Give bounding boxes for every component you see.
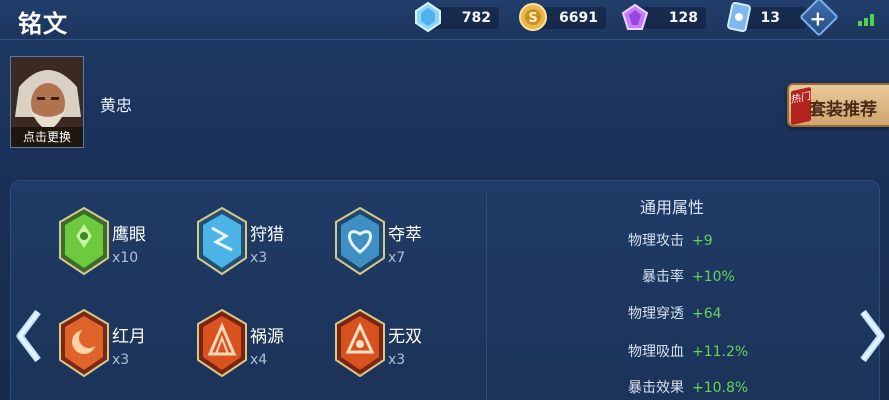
diamond-count: 782 [461,10,491,26]
recommend-set-button[interactable]: 热门 套装推荐 [787,83,889,127]
chevron-left-icon[interactable] [14,308,44,364]
hunt-rune-icon [197,206,247,276]
gold-coin-icon: S [519,3,547,31]
chevron-right-icon[interactable] [857,308,887,364]
attributes-title: 通用属性 [640,198,705,217]
purple-gem-icon [621,3,649,30]
page-title: 铭文 [18,10,68,38]
rune-item[interactable]: 祸源 x4 [196,308,336,388]
coupon-count: 13 [760,10,780,26]
rune-count: x10 [112,250,139,266]
hero-portrait[interactable]: 点击更换 [10,56,84,148]
attribute-row: 暴击率 +10% [642,266,735,286]
rune-name: 红月 [112,327,146,347]
resource-diamond[interactable]: 782 [415,1,499,33]
attribute-row: 物理攻击 +9 [628,230,713,250]
attribute-name: 暴击率 [642,269,684,285]
rune-count: x3 [112,352,130,368]
add-currency-button[interactable]: + [799,0,839,37]
signal-icon [858,14,874,26]
rune-name: 鹰眼 [112,225,146,245]
rune-count: x3 [388,352,406,368]
resource-purple-gem[interactable]: 128 [621,3,706,30]
attribute-value: +9 [692,233,713,249]
hot-badge: 热门 [791,86,811,126]
gold-count: 6691 [559,10,598,26]
diamond-icon [415,1,441,33]
hero-name: 黄忠 [100,96,133,115]
rune-count: x4 [250,352,268,368]
attribute-row: 暴击效果 +10.8% [628,377,748,397]
top-bar: 铭文 782 S 6691 128 13 + [0,0,889,40]
attribute-name: 物理攻击 [628,233,684,249]
attribute-value: +10% [692,269,735,285]
rune-item[interactable]: 无双 x3 [334,308,474,388]
seize-rune-icon [335,206,385,276]
rune-name: 无双 [388,327,422,347]
rune-item[interactable]: 红月 x3 [58,308,198,388]
rune-name: 狩猎 [250,225,284,245]
attribute-value: +10.8% [692,380,749,396]
recommend-set-label: 套装推荐 [809,100,877,120]
rune-name: 夺萃 [388,225,422,245]
calamity-rune-icon [197,308,247,378]
rune-item[interactable]: 夺萃 x7 [334,206,474,286]
plus-icon: + [809,6,827,31]
resource-gold[interactable]: S 6691 [519,3,606,31]
rune-name: 祸源 [250,327,284,347]
change-hero-label: 点击更换 [11,127,83,147]
purple-gem-count: 128 [668,10,698,26]
rune-item[interactable]: 狩猎 x3 [196,206,336,286]
red-moon-rune-icon [59,308,109,378]
attribute-name: 暴击效果 [628,380,684,396]
attribute-value: +64 [692,306,722,322]
rune-count: x7 [388,250,406,266]
rune-item[interactable]: 鹰眼 x10 [58,206,198,286]
resource-coupon[interactable]: 13 [727,1,806,33]
attribute-row: 物理穿透 +64 [628,303,722,323]
peerless-rune-icon [335,308,385,378]
attribute-value: +11.2% [692,344,749,360]
panel-divider [486,190,487,400]
attribute-row: 物理吸血 +11.2% [628,341,748,361]
rune-count: x3 [250,250,268,266]
coupon-card-icon [727,1,751,33]
svg-text:S: S [528,11,537,26]
hawk-eye-rune-icon [59,206,109,276]
attribute-name: 物理穿透 [628,306,684,322]
attribute-name: 物理吸血 [628,344,684,360]
